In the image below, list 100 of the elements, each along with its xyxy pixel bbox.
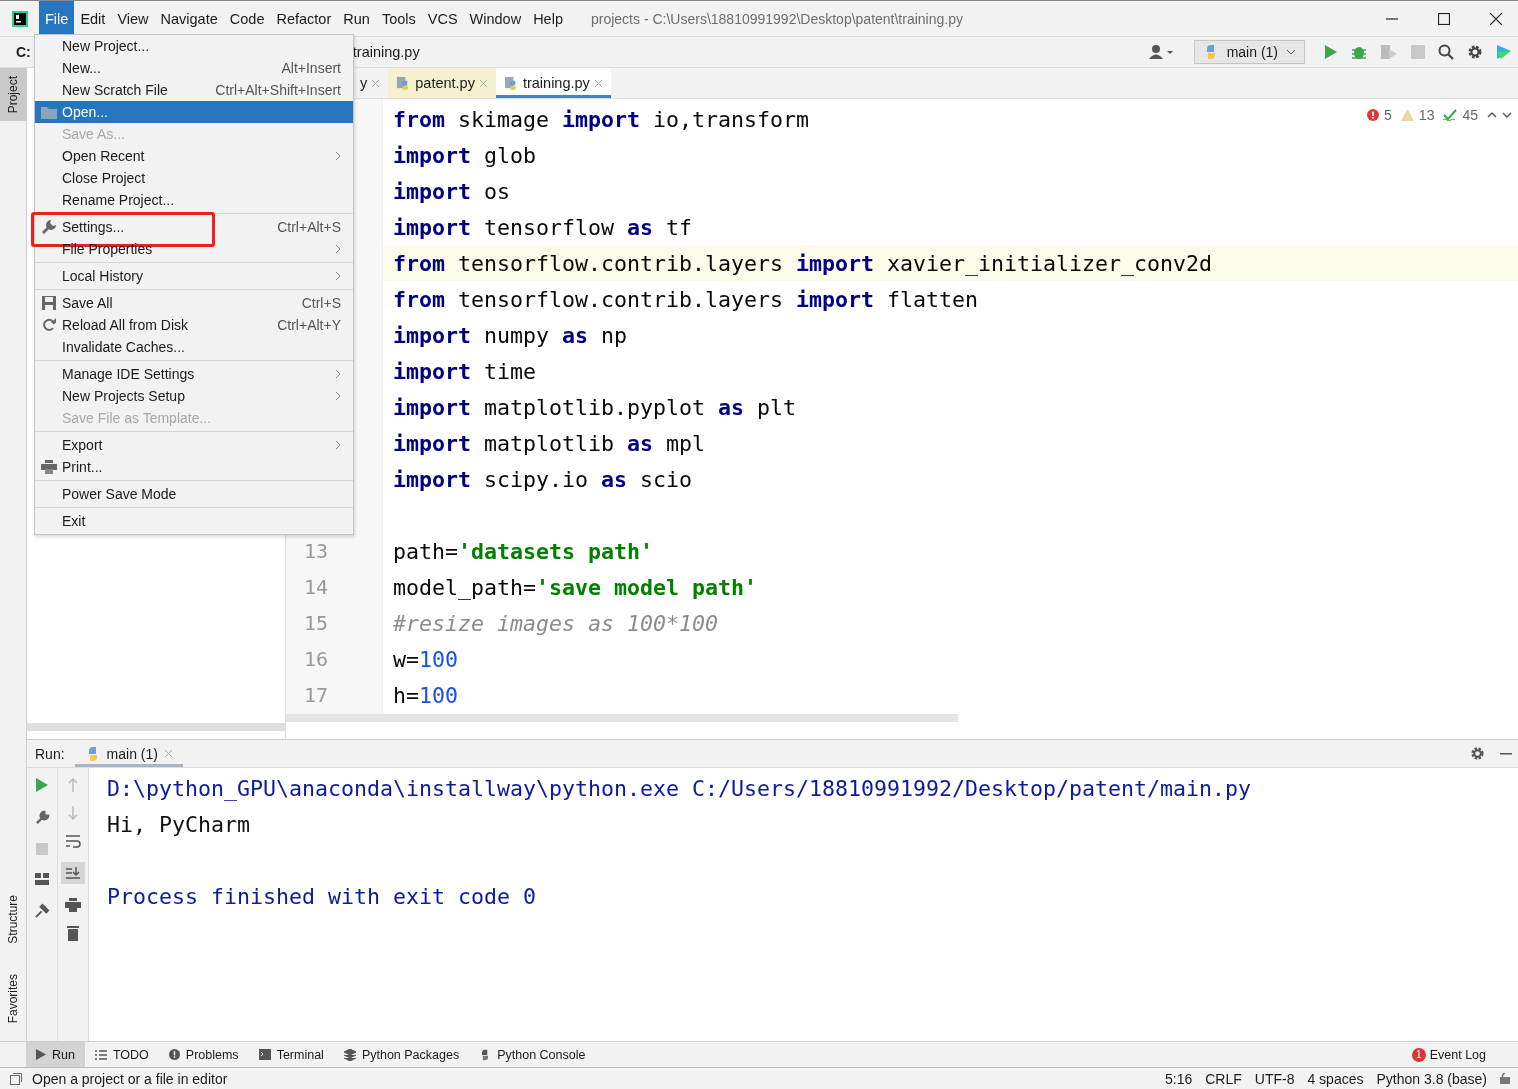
tool-window-tab[interactable]: Python Packages: [333, 1042, 470, 1067]
chevron-right-icon: [335, 369, 341, 379]
settings-icon[interactable]: [1467, 44, 1483, 60]
menu-item[interactable]: Code: [223, 1, 271, 36]
event-log-button[interactable]: 1 Event Log: [1411, 1047, 1518, 1062]
menu-item[interactable]: Open...: [35, 101, 353, 123]
line-number: 16: [303, 647, 328, 671]
chevron-down-icon[interactable]: [1502, 112, 1512, 118]
menu-item[interactable]: New Project...: [35, 35, 353, 57]
run-configuration-dropdown[interactable]: main (1): [1193, 40, 1305, 64]
code-line: h=100: [393, 682, 459, 708]
scrollbar[interactable]: [27, 723, 285, 731]
editor-tab[interactable]: training.py: [495, 68, 611, 98]
menu-item[interactable]: Settings... Ctrl+Alt+S: [35, 216, 353, 238]
menu-item[interactable]: Window: [463, 1, 528, 36]
layout-icon[interactable]: [35, 873, 49, 885]
typo-count[interactable]: 45: [1462, 107, 1478, 123]
menu-item[interactable]: File: [39, 1, 75, 36]
status-item[interactable]: CRLF: [1205, 1070, 1242, 1087]
breadcrumb-item[interactable]: C:: [16, 44, 31, 60]
chevron-up-icon[interactable]: [1487, 112, 1497, 118]
search-icon[interactable]: [1438, 44, 1454, 60]
code-line: import matplotlib as mpl: [393, 430, 706, 456]
tool-window-tab[interactable]: Project: [0, 68, 26, 122]
print-icon: [40, 460, 57, 474]
tool-window-tab[interactable]: Favorites: [0, 965, 26, 1031]
trash-icon[interactable]: [67, 926, 79, 941]
menu-item[interactable]: Close Project: [35, 167, 353, 189]
wrench-icon[interactable]: [34, 810, 50, 825]
menu-item[interactable]: Tools: [375, 1, 422, 36]
pin-icon[interactable]: [34, 903, 50, 918]
tool-window-tab[interactable]: Python Console: [469, 1042, 596, 1067]
run-configuration-tab[interactable]: main (1): [74, 740, 183, 767]
chevron-right-icon: [335, 391, 341, 401]
code-line: import matplotlib.pyplot as plt: [393, 394, 797, 420]
toolbox-logo-icon[interactable]: [1496, 44, 1512, 60]
layers-icon: [343, 1048, 356, 1061]
menu-item[interactable]: Power Save Mode: [35, 483, 353, 505]
panel-title: Run:: [35, 745, 65, 762]
chevron-down-icon[interactable]: [1286, 49, 1296, 55]
user-icon[interactable]: [1148, 44, 1175, 60]
menu-item[interactable]: Edit: [74, 1, 112, 36]
tool-window-tab[interactable]: Structure: [0, 886, 26, 952]
scroll-to-end-icon[interactable]: [61, 862, 85, 884]
menu-item[interactable]: Run: [337, 1, 376, 36]
play-icon: [36, 1049, 46, 1060]
menu-item[interactable]: Rename Project...: [35, 189, 353, 211]
menu-item[interactable]: Refactor: [270, 1, 338, 36]
warning-icon: [1400, 109, 1414, 121]
status-item[interactable]: UTF-8: [1254, 1070, 1295, 1087]
line-number: 15: [303, 611, 328, 635]
tool-window-tab[interactable]: Terminal: [248, 1042, 334, 1067]
editor-tab[interactable]: y: [352, 68, 389, 98]
lock-icon[interactable]: [1500, 1073, 1510, 1084]
window-title: projects - C:\Users\18810991992\Desktop\patent\training.py: [590, 10, 963, 27]
menu-item[interactable]: Print...: [35, 456, 353, 478]
error-count[interactable]: 5: [1384, 107, 1392, 123]
chevron-right-icon: [335, 271, 341, 281]
menu-item[interactable]: View: [111, 1, 155, 36]
menu-item[interactable]: Help: [527, 1, 569, 36]
code-line: import glob: [393, 142, 537, 168]
warning-count[interactable]: 13: [1418, 107, 1435, 123]
menu-item[interactable]: Exit: [35, 510, 353, 532]
menu-item[interactable]: Navigate: [154, 1, 224, 36]
breadcrumb-item[interactable]: training.py: [352, 44, 420, 60]
status-item[interactable]: 5:16: [1164, 1070, 1193, 1087]
chevron-right-icon: [335, 244, 341, 254]
menu-item[interactable]: New Projects Setup: [35, 385, 353, 407]
menu-item[interactable]: Open Recent: [35, 145, 353, 167]
run-icon[interactable]: [1324, 44, 1338, 60]
tool-window-tab[interactable]: TODO: [84, 1042, 159, 1067]
tool-window-tab[interactable]: Run: [26, 1042, 85, 1067]
menu-item[interactable]: Local History: [35, 265, 353, 287]
panel-toggle-icon[interactable]: [10, 1072, 22, 1085]
menu-item[interactable]: Invalidate Caches...: [35, 336, 353, 358]
soft-wrap-icon[interactable]: [65, 834, 81, 848]
tool-window-tab[interactable]: Problems: [158, 1042, 249, 1067]
editor-tab[interactable]: patent.py: [388, 68, 496, 98]
close-icon[interactable]: [1490, 12, 1502, 25]
menu-item[interactable]: Reload All from Disk Ctrl+Alt+Y: [35, 314, 353, 336]
folder-icon: [40, 105, 57, 119]
menu-item[interactable]: New... Alt+Insert: [35, 57, 353, 79]
rerun-icon[interactable]: [36, 778, 48, 792]
menu-item[interactable]: New Scratch File Ctrl+Alt+Shift+Insert: [35, 79, 353, 101]
menu-item[interactable]: Export: [35, 434, 353, 456]
print-icon[interactable]: [65, 898, 81, 912]
console-line: Hi, PyCharm: [107, 811, 250, 837]
code-line: from tensorflow.contrib.layers import xavier_initializer_conv2d: [393, 250, 1213, 276]
minimize-icon[interactable]: [1500, 752, 1512, 755]
scrollbar[interactable]: [286, 714, 958, 722]
menu-item[interactable]: Save All Ctrl+S: [35, 292, 353, 314]
status-item[interactable]: 4 spaces: [1307, 1070, 1364, 1087]
chevron-right-icon: [335, 440, 341, 450]
debug-bug-icon[interactable]: [1351, 44, 1367, 60]
menu-item[interactable]: Manage IDE Settings: [35, 363, 353, 385]
menu-item[interactable]: VCS: [421, 1, 464, 36]
maximize-icon[interactable]: [1438, 12, 1450, 25]
status-item[interactable]: Python 3.8 (base): [1376, 1070, 1487, 1087]
settings-icon[interactable]: [1470, 746, 1485, 761]
terminal-icon: [258, 1049, 271, 1060]
